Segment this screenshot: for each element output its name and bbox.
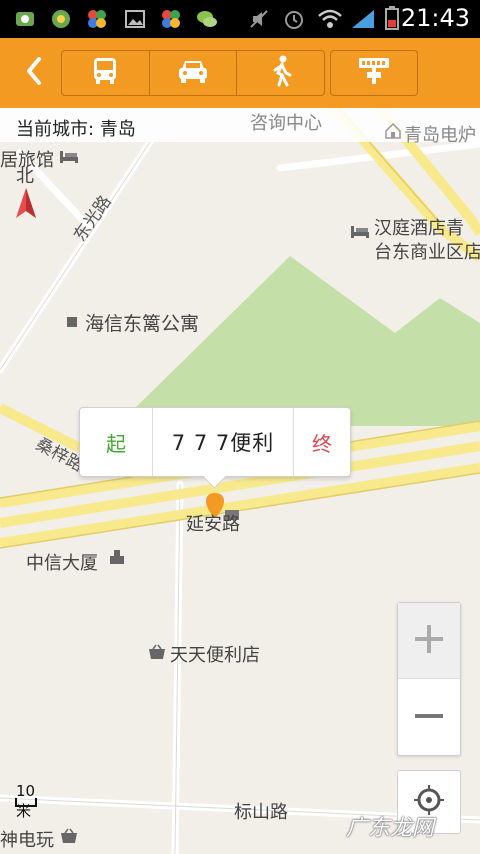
building-square-icon — [66, 313, 78, 332]
zoom-controls — [397, 602, 461, 756]
bus-stop-icon — [357, 56, 391, 90]
map-label-hisense-apartment: 海信东篱公寓 — [85, 313, 200, 335]
wifi-icon — [317, 8, 343, 30]
mute-icon — [248, 8, 270, 30]
bus-mode-button[interactable] — [62, 51, 150, 95]
bus-stop-button[interactable] — [330, 50, 418, 96]
transport-mode-tabs — [61, 50, 325, 96]
scale-label: 10米 — [16, 782, 36, 820]
image-icon — [124, 8, 146, 30]
map-label-tiantian-store: 天天便利店 — [170, 645, 260, 666]
poi-name-label: 7 7 7便利 — [152, 408, 294, 476]
status-bar: 21:43 — [0, 0, 480, 38]
wechat-icon — [196, 8, 218, 30]
map-label-electronic-toy: 神电玩 — [0, 830, 54, 851]
map-label-citic-building: 中信大厦 — [26, 553, 98, 574]
hotel-icon — [350, 224, 370, 244]
clover-icon — [160, 8, 182, 30]
map-label-biaoshan-road: 标山路 — [234, 802, 288, 823]
shopping-basket-icon — [60, 828, 78, 848]
map-label-hanting-line2: 台东商业区店 — [374, 242, 480, 263]
map-label-hanting-line1: 汉庭酒店青 — [374, 218, 464, 239]
walk-mode-button[interactable] — [237, 51, 324, 95]
app-notification-icon — [50, 8, 72, 30]
map-label-consult-center: 咨询中心 — [250, 113, 322, 134]
clock-time: 21:43 — [400, 4, 470, 32]
watermark: 广东龙网 — [346, 816, 435, 841]
office-building-icon — [108, 548, 126, 570]
map-label-qingdao-tv: 青岛电炉 — [404, 125, 476, 146]
taxi-mode-button[interactable] — [150, 51, 238, 95]
plus-icon — [413, 623, 445, 659]
map-label-north: 北 — [16, 166, 34, 187]
zoom-out-button[interactable] — [398, 680, 460, 756]
toolbar — [0, 38, 480, 108]
map-label-yanan-road: 延安路 — [186, 514, 240, 535]
bus-icon — [90, 56, 120, 90]
current-city-label: 当前城市: 青岛 — [16, 119, 136, 140]
hotel-icon — [59, 149, 79, 169]
clover-icon — [86, 8, 108, 30]
chevron-left-icon — [24, 56, 44, 90]
signal-icon — [350, 8, 376, 30]
shopping-basket-icon — [148, 644, 166, 664]
home-icon — [384, 122, 402, 144]
back-button[interactable] — [16, 52, 52, 94]
battery-icon — [382, 6, 402, 30]
taxi-icon — [176, 56, 210, 90]
minus-icon — [413, 700, 445, 736]
alarm-icon — [283, 8, 305, 30]
app-notification-icon — [14, 8, 36, 30]
compass-icon — [16, 188, 36, 218]
poi-popup: 起 7 7 7便利 终 — [79, 407, 351, 477]
set-end-button[interactable]: 终 — [294, 408, 350, 476]
poi-name-text: 7 7 7便利 — [171, 431, 275, 455]
zoom-in-button[interactable] — [398, 603, 460, 679]
set-start-button[interactable]: 起 — [80, 408, 152, 476]
walk-icon — [268, 55, 294, 91]
map-view[interactable]: 当前城市: 青岛 咨询中心 青岛电炉 居旅馆 北 东光路 汉庭酒店青 台东商业区… — [0, 108, 480, 854]
